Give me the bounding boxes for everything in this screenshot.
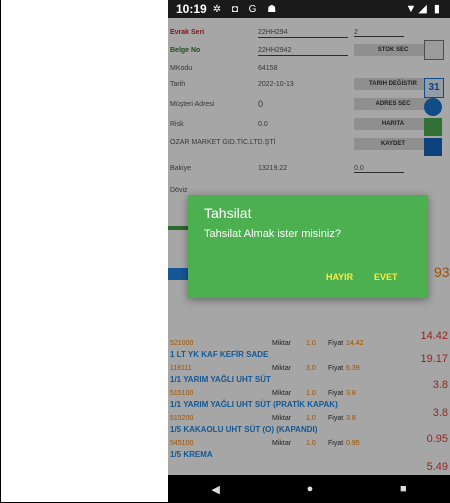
dialog-message: Tahsilat Almak ister misiniz?: [204, 228, 341, 240]
recents-icon[interactable]: ■: [400, 483, 407, 495]
home-icon[interactable]: ●: [307, 483, 314, 495]
hayir-button[interactable]: HAYIR: [326, 272, 353, 282]
navigation-bar: ◀ ● ■: [168, 475, 450, 503]
back-icon[interactable]: ◀: [211, 483, 219, 496]
status-bar: 10:19 ✲ ◘ G ☗ ▼◢ ▮: [168, 0, 450, 18]
status-time: 10:19: [176, 2, 207, 16]
evet-button[interactable]: EVET: [374, 272, 398, 282]
phone-screen: 10:19 ✲ ◘ G ☗ ▼◢ ▮ Evrak Seri 22HH294 2 …: [168, 0, 450, 503]
signal-battery-icon: ▼◢ ▮: [405, 3, 442, 15]
tahsilat-dialog: Tahsilat Tahsilat Almak ister misiniz? H…: [188, 195, 428, 298]
dialog-title: Tahsilat: [204, 205, 252, 221]
notification-icons: ✲ ◘ G ☗: [212, 3, 281, 15]
frame-left-border: [0, 0, 1, 503]
